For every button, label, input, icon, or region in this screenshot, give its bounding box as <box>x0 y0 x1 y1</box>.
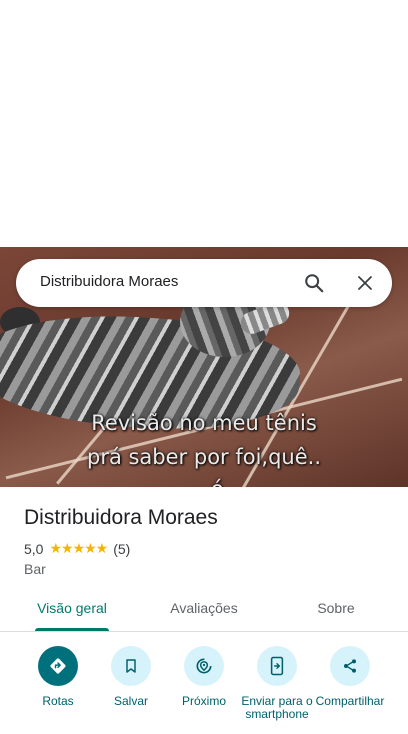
place-panel: Revisão no meu tênis prá saber por foi,q… <box>0 0 408 734</box>
nearby-button[interactable]: Próximo <box>165 646 243 708</box>
tab-reviews[interactable]: Avaliações <box>160 600 248 616</box>
rating-value: 5,0 <box>24 540 44 557</box>
photo-caption-line-1: Revisão no meu tênis <box>91 411 317 435</box>
share-icon <box>330 646 370 686</box>
nearby-icon <box>184 646 224 686</box>
send-to-phone-label: Enviar para o smartphone <box>241 694 313 721</box>
tab-about[interactable]: Sobre <box>306 600 366 616</box>
directions-label: Rotas <box>42 694 74 708</box>
place-title: Distribuidora Moraes <box>24 506 218 529</box>
review-count[interactable]: (5) <box>113 541 130 557</box>
search-bar[interactable]: Distribuidora Moraes <box>16 259 392 307</box>
share-button[interactable]: Compartilhar <box>311 646 389 708</box>
close-icon[interactable] <box>349 267 381 299</box>
photo-caption-line-3: ó , <box>20 477 408 487</box>
tabs-divider <box>0 631 408 632</box>
share-label: Compartilhar <box>315 694 385 708</box>
directions-icon <box>38 646 78 686</box>
search-icon[interactable] <box>298 267 330 299</box>
bookmark-icon <box>111 646 151 686</box>
search-query[interactable]: Distribuidora Moraes <box>40 273 178 290</box>
send-to-phone-icon <box>257 646 297 686</box>
send-to-phone-button[interactable]: Enviar para o smartphone <box>238 646 316 721</box>
save-label: Salvar <box>113 694 148 708</box>
directions-button[interactable]: Rotas <box>19 646 97 708</box>
star-rating-icon: ★★★★★ <box>49 540 108 556</box>
place-category: Bar <box>24 561 46 577</box>
photo-caption-line-2: prá saber por foi,quê.. <box>86 445 322 469</box>
rating-row[interactable]: 5,0 ★★★★★ (5) <box>24 540 130 557</box>
tab-overview[interactable]: Visão geral <box>35 600 109 616</box>
save-button[interactable]: Salvar <box>92 646 170 708</box>
nearby-label: Próximo <box>181 694 226 708</box>
